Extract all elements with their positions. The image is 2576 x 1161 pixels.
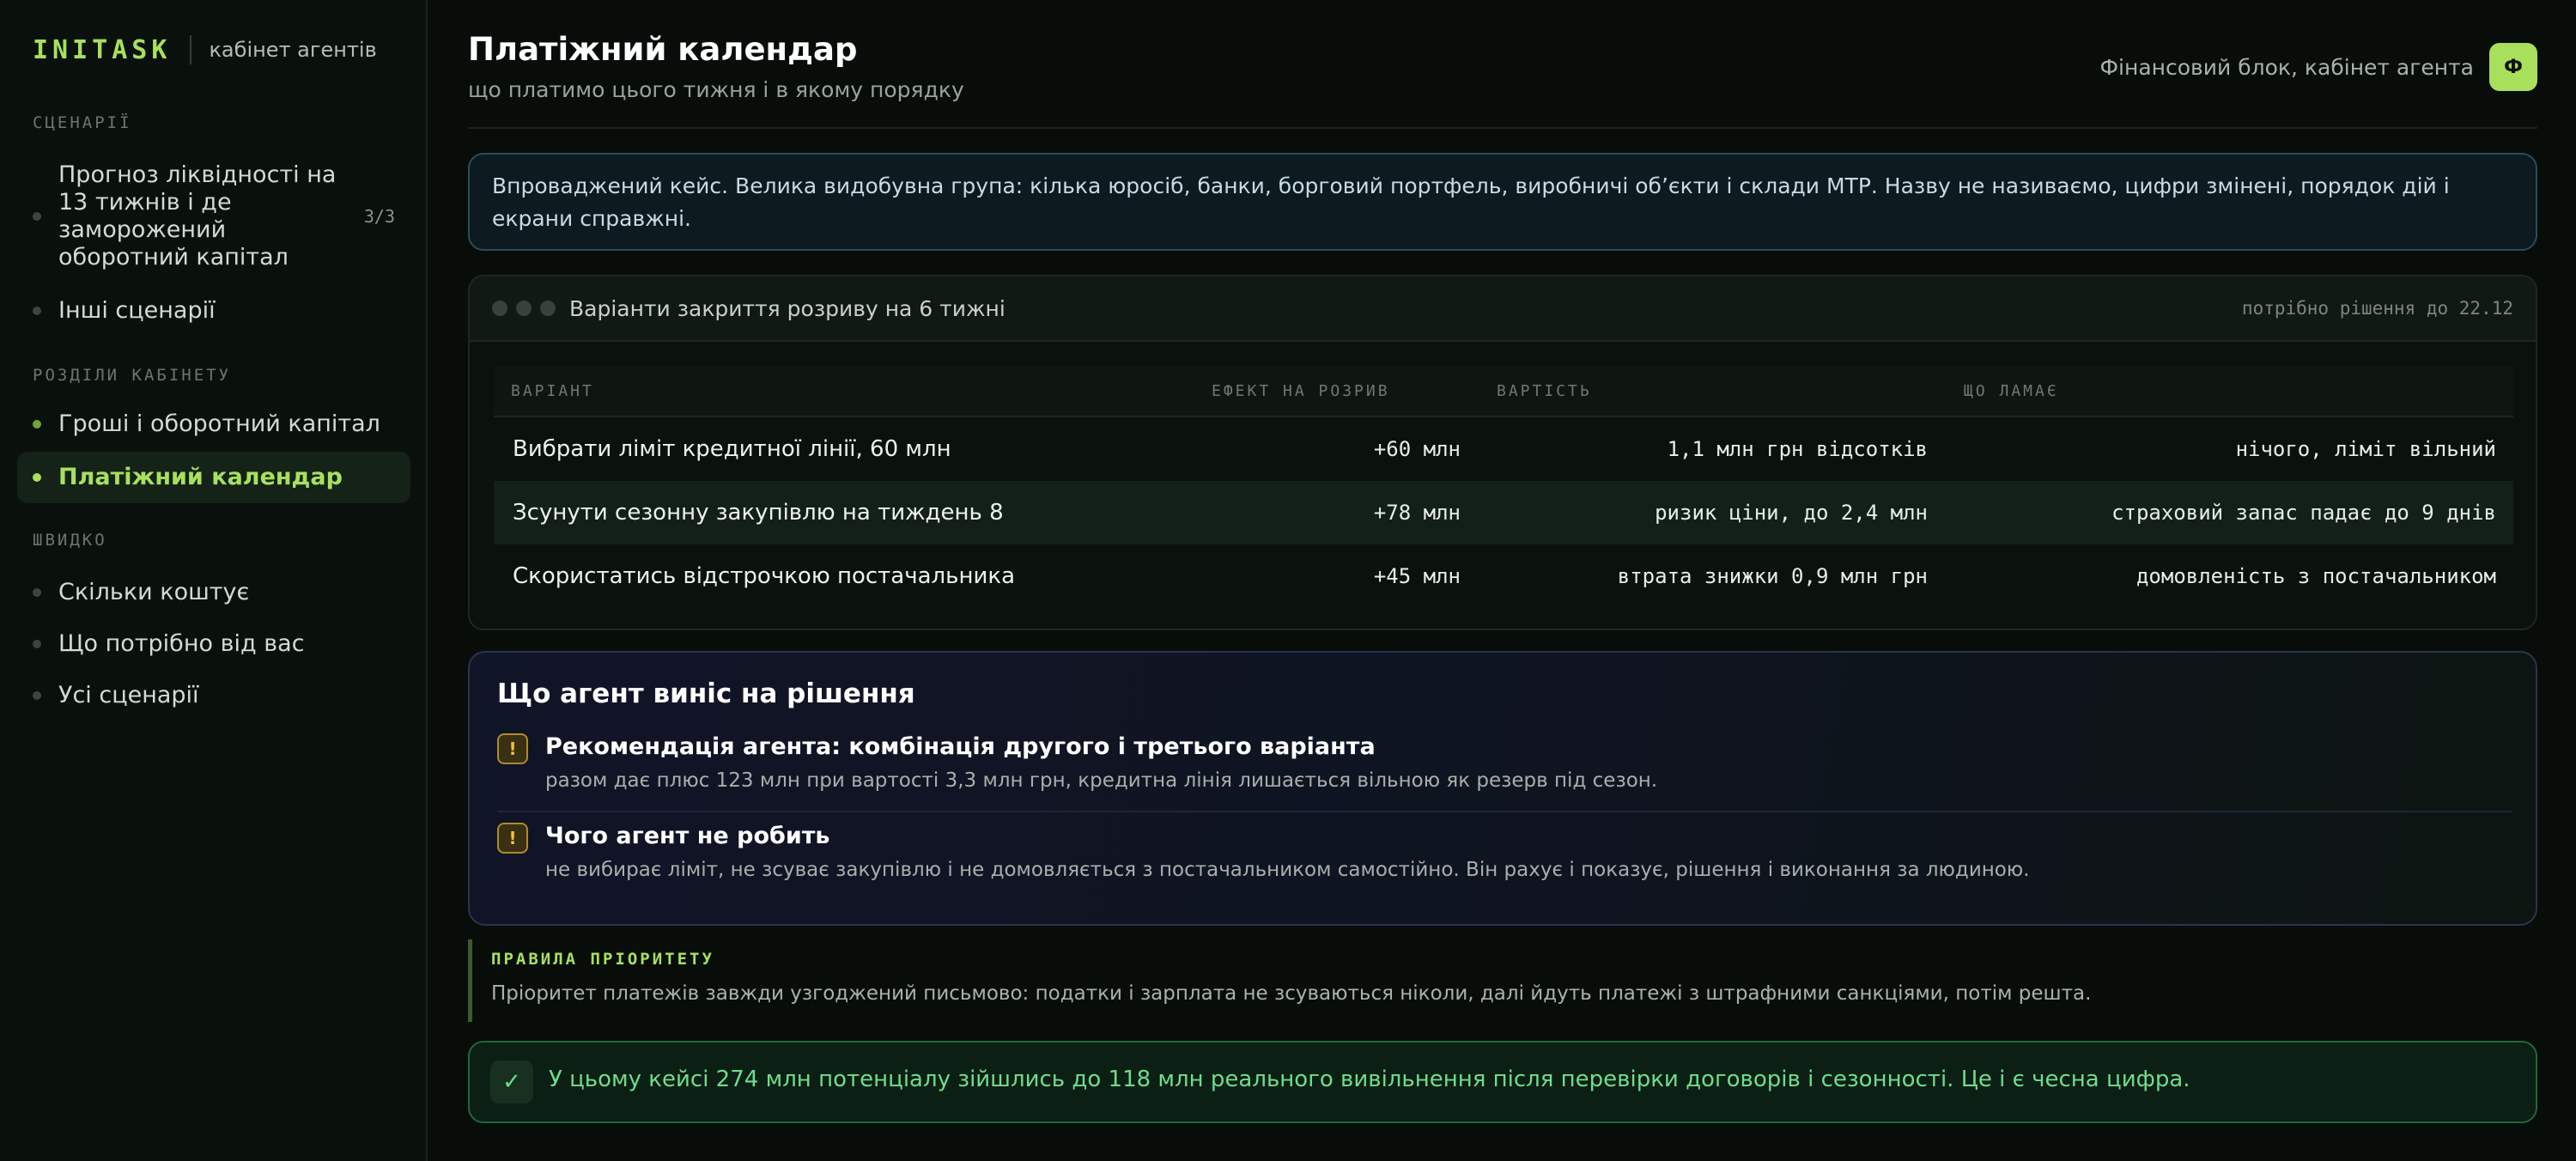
priority-rules-text: Пріоритет платежів завжди узгоджений пис… [491, 982, 2092, 1005]
column-header-breaks: ЩО ЛАМАЄ [1964, 381, 2059, 400]
options-table: ВАРІАНТ ЕФЕКТ НА РОЗРИВ ВАРТІСТЬ ЩО ЛАМА… [494, 366, 2513, 608]
sidebar-item-label: Прогноз ліквідності на 13 тижнів і де за… [58, 161, 337, 270]
column-header-effect: ЕФЕКТ НА РОЗРИВ [1212, 381, 1390, 400]
brand-logo: INITASK [33, 34, 172, 65]
sidebar-item-working-capital[interactable]: Гроші і оборотний капітал [17, 405, 410, 443]
scenario-count-badge: 3/3 [363, 206, 395, 227]
decision-panel: Що агент виніс на рішення ! Рекомендація… [468, 651, 2537, 926]
cell-cost: ризик ціни, до 2,4 млн [1655, 501, 1928, 525]
decision-title: Що агент виніс на рішення [497, 678, 915, 709]
column-header-cost: ВАРТІСТЬ [1497, 381, 1592, 400]
warning-icon: ! [497, 733, 528, 764]
brand-divider [190, 35, 192, 64]
decision-item-heading: Чого агент не робить [545, 823, 830, 849]
decision-item-text: разом дає плюс 123 млн при вартості 3,3 … [545, 769, 1658, 792]
options-panel-header: Варіанти закриття розриву на 6 тижні пот… [470, 277, 2536, 342]
result-banner: ✓ У цьому кейсі 274 млн потенціалу зійшл… [468, 1041, 2537, 1123]
decision-divider [497, 811, 2512, 812]
bullet-dot-icon [33, 473, 41, 482]
cell-option: Зсунути сезонну закупівлю на тиждень 8 [513, 500, 1004, 526]
decision-item-limits: ! Чого агент не робить не вибирає ліміт,… [497, 823, 2512, 891]
brand-subtitle: кабінет агентів [209, 38, 377, 62]
sidebar-item-pricing[interactable]: Скільки коштує [17, 574, 410, 611]
header-account: Фінансовий блок, кабінет агента Ф [2100, 43, 2537, 91]
bullet-dot-icon [33, 212, 41, 221]
decision-deadline: потрібно рішення до 22.12 [2241, 298, 2513, 319]
sidebar-section-quick: ШВИДКО [33, 531, 107, 550]
sidebar-item-all-scenarios[interactable]: Усі сценарії [17, 677, 410, 714]
sidebar-item-requirements[interactable]: Що потрібно від вас [17, 625, 410, 663]
page-subtitle: що платимо цього тижня і в якому порядку [468, 77, 964, 102]
bullet-dot-icon [33, 640, 41, 648]
bullet-dot-icon [33, 691, 41, 700]
bullet-dot-icon [33, 307, 41, 315]
bullet-dot-icon [33, 420, 41, 429]
sidebar-section-cabinet: РОЗДІЛИ КАБІНЕТУ [33, 366, 232, 385]
cell-option: Скористатись відстрочкою постачальника [513, 563, 1016, 589]
sidebar-item-label: Платіжний календар [58, 464, 343, 490]
sidebar-item-payment-calendar[interactable]: Платіжний календар [17, 452, 410, 503]
priority-rules-title: ПРАВИЛА ПРІОРИТЕТУ [491, 950, 714, 969]
column-header-option: ВАРІАНТ [511, 381, 594, 400]
sidebar-item-label: Усі сценарії [58, 682, 199, 708]
sidebar-item-liquidity-forecast[interactable]: Прогноз ліквідності на 13 тижнів і де за… [17, 160, 410, 273]
main-content: Платіжний календар що платимо цього тижн… [468, 0, 2537, 1161]
cell-cost: втрата знижки 0,9 млн грн [1617, 564, 1928, 588]
decision-item-text: не вибирає ліміт, не зсуває закупівлю і … [545, 859, 2030, 881]
header-divider [468, 127, 2537, 129]
sidebar-item-label: Інші сценарії [58, 297, 216, 324]
sidebar-item-label: Що потрібно від вас [58, 630, 305, 657]
org-label: Фінансовий блок, кабінет агента [2099, 54, 2474, 80]
sidebar-section-scenarios: СЦЕНАРІЇ [33, 113, 132, 132]
priority-rules: ПРАВИЛА ПРІОРИТЕТУ Пріоритет платежів за… [468, 939, 2537, 1022]
page-title: Платіжний календар [468, 31, 858, 68]
table-header-row: ВАРІАНТ ЕФЕКТ НА РОЗРИВ ВАРТІСТЬ ЩО ЛАМА… [494, 366, 2513, 417]
cell-breaks: страховий запас падає до 9 днів [2111, 501, 2496, 525]
avatar[interactable]: Ф [2489, 43, 2537, 91]
window-dots-icon [492, 301, 556, 316]
info-banner: Впроваджений кейс. Велика видобувна груп… [468, 153, 2537, 251]
table-row[interactable]: Зсунути сезонну закупівлю на тиждень 8 +… [494, 481, 2513, 544]
cell-effect: +60 млн [1373, 437, 1461, 461]
result-text: У цьому кейсі 274 млн потенціалу зійшлис… [549, 1067, 2190, 1092]
cell-effect: +45 млн [1373, 564, 1461, 588]
cell-breaks: домовленість з постачальником [2136, 564, 2496, 588]
cell-option: Вибрати ліміт кредитної лінії, 60 млн [513, 436, 951, 462]
sidebar: INITASK кабінет агентів СЦЕНАРІЇ Прогноз… [0, 0, 428, 1161]
cell-breaks: нічого, ліміт вільний [2235, 437, 2496, 461]
decision-item-heading: Рекомендація агента: комбінація другого … [545, 733, 1376, 760]
cell-effect: +78 млн [1373, 501, 1461, 525]
bullet-dot-icon [33, 588, 41, 597]
table-row[interactable]: Скористатись відстрочкою постачальника +… [494, 544, 2513, 608]
cell-cost: 1,1 млн грн відсотків [1667, 437, 1928, 461]
table-row[interactable]: Вибрати ліміт кредитної лінії, 60 млн +6… [494, 417, 2513, 481]
decision-item-recommendation: ! Рекомендація агента: комбінація другог… [497, 733, 2512, 802]
sidebar-item-other-scenarios[interactable]: Інші сценарії [17, 292, 410, 330]
options-panel-title: Варіанти закриття розриву на 6 тижні [569, 295, 1005, 321]
sidebar-item-label: Гроші і оборотний капітал [58, 410, 380, 437]
warning-icon: ! [497, 823, 528, 854]
check-icon: ✓ [490, 1061, 533, 1103]
sidebar-item-label: Скільки коштує [58, 579, 250, 605]
brand[interactable]: INITASK кабінет агентів [33, 33, 377, 67]
options-panel: Варіанти закриття розриву на 6 тижні пот… [468, 275, 2537, 630]
